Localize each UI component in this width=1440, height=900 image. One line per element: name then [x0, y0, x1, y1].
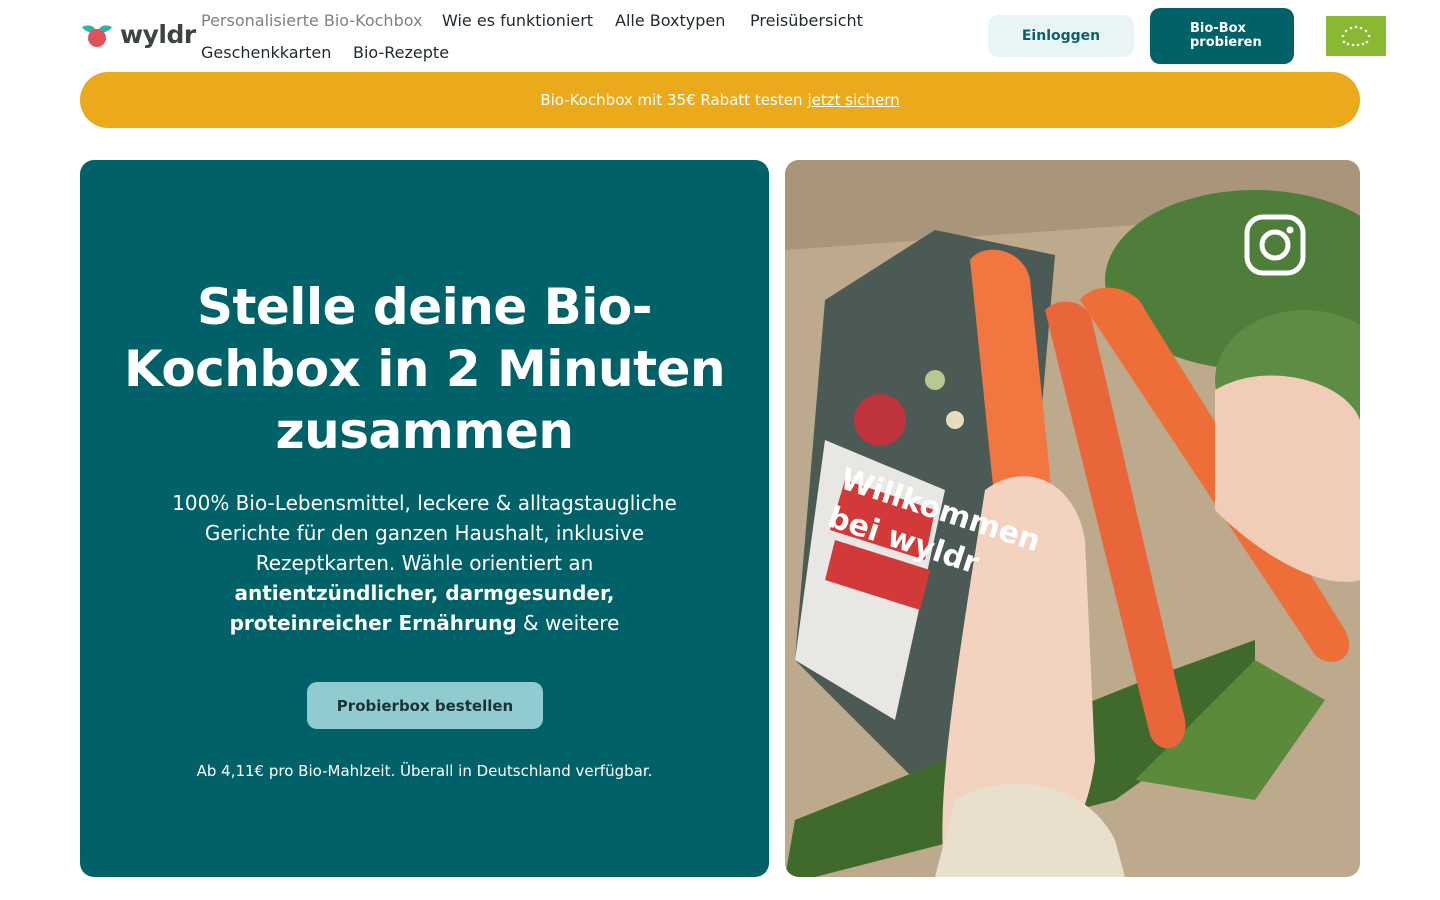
nav-item-bio-rezepte[interactable]: Bio-Rezepte — [353, 43, 449, 62]
logo[interactable]: wyldr — [80, 20, 196, 49]
nav-item-preisuebersicht[interactable]: Preisübersicht — [750, 11, 863, 30]
price-note: Ab 4,11€ pro Bio-Mahlzeit. Überall in De… — [196, 762, 653, 780]
order-trial-box-button[interactable]: Probierbox bestellen — [307, 682, 543, 729]
promo-link[interactable]: jetzt sichern — [807, 91, 899, 109]
site-header: wyldr Personalisierte Bio-Kochbox Wie es… — [0, 0, 1440, 72]
eu-organic-logo-icon — [1326, 16, 1386, 56]
hero-subtitle: 100% Bio-Lebensmittel, leckere & alltags… — [172, 491, 677, 635]
nav-item-bio-kochbox[interactable]: Personalisierte Bio-Kochbox — [201, 11, 423, 30]
hero-title: Stelle deine Bio-Kochbox in 2 Minuten zu… — [123, 278, 726, 460]
instagram-icon[interactable] — [1243, 213, 1307, 277]
nav-item-alle-boxtypen[interactable]: Alle Boxtypen — [615, 11, 725, 30]
hero-card: Stelle deine Bio-Kochbox in 2 Minuten zu… — [80, 160, 769, 877]
hero-video[interactable]: Willkommen bei wyldr — [785, 160, 1360, 877]
wyldr-logo-icon — [82, 24, 112, 47]
try-bio-box-button[interactable]: Bio-Box probieren — [1150, 8, 1294, 64]
try-bio-box-label: Bio-Box probieren — [1190, 21, 1262, 50]
promo-text: Bio-Kochbox mit 35€ Rabatt testen — [540, 91, 803, 109]
brand-name: wyldr — [120, 20, 196, 49]
login-button[interactable]: Einloggen — [988, 15, 1134, 57]
nav-item-geschenkkarten[interactable]: Geschenkkarten — [201, 43, 331, 62]
nav-item-wie-es-funktioniert[interactable]: Wie es funktioniert — [442, 11, 593, 30]
promo-banner: Bio-Kochbox mit 35€ Rabatt testen jetzt … — [80, 72, 1360, 128]
